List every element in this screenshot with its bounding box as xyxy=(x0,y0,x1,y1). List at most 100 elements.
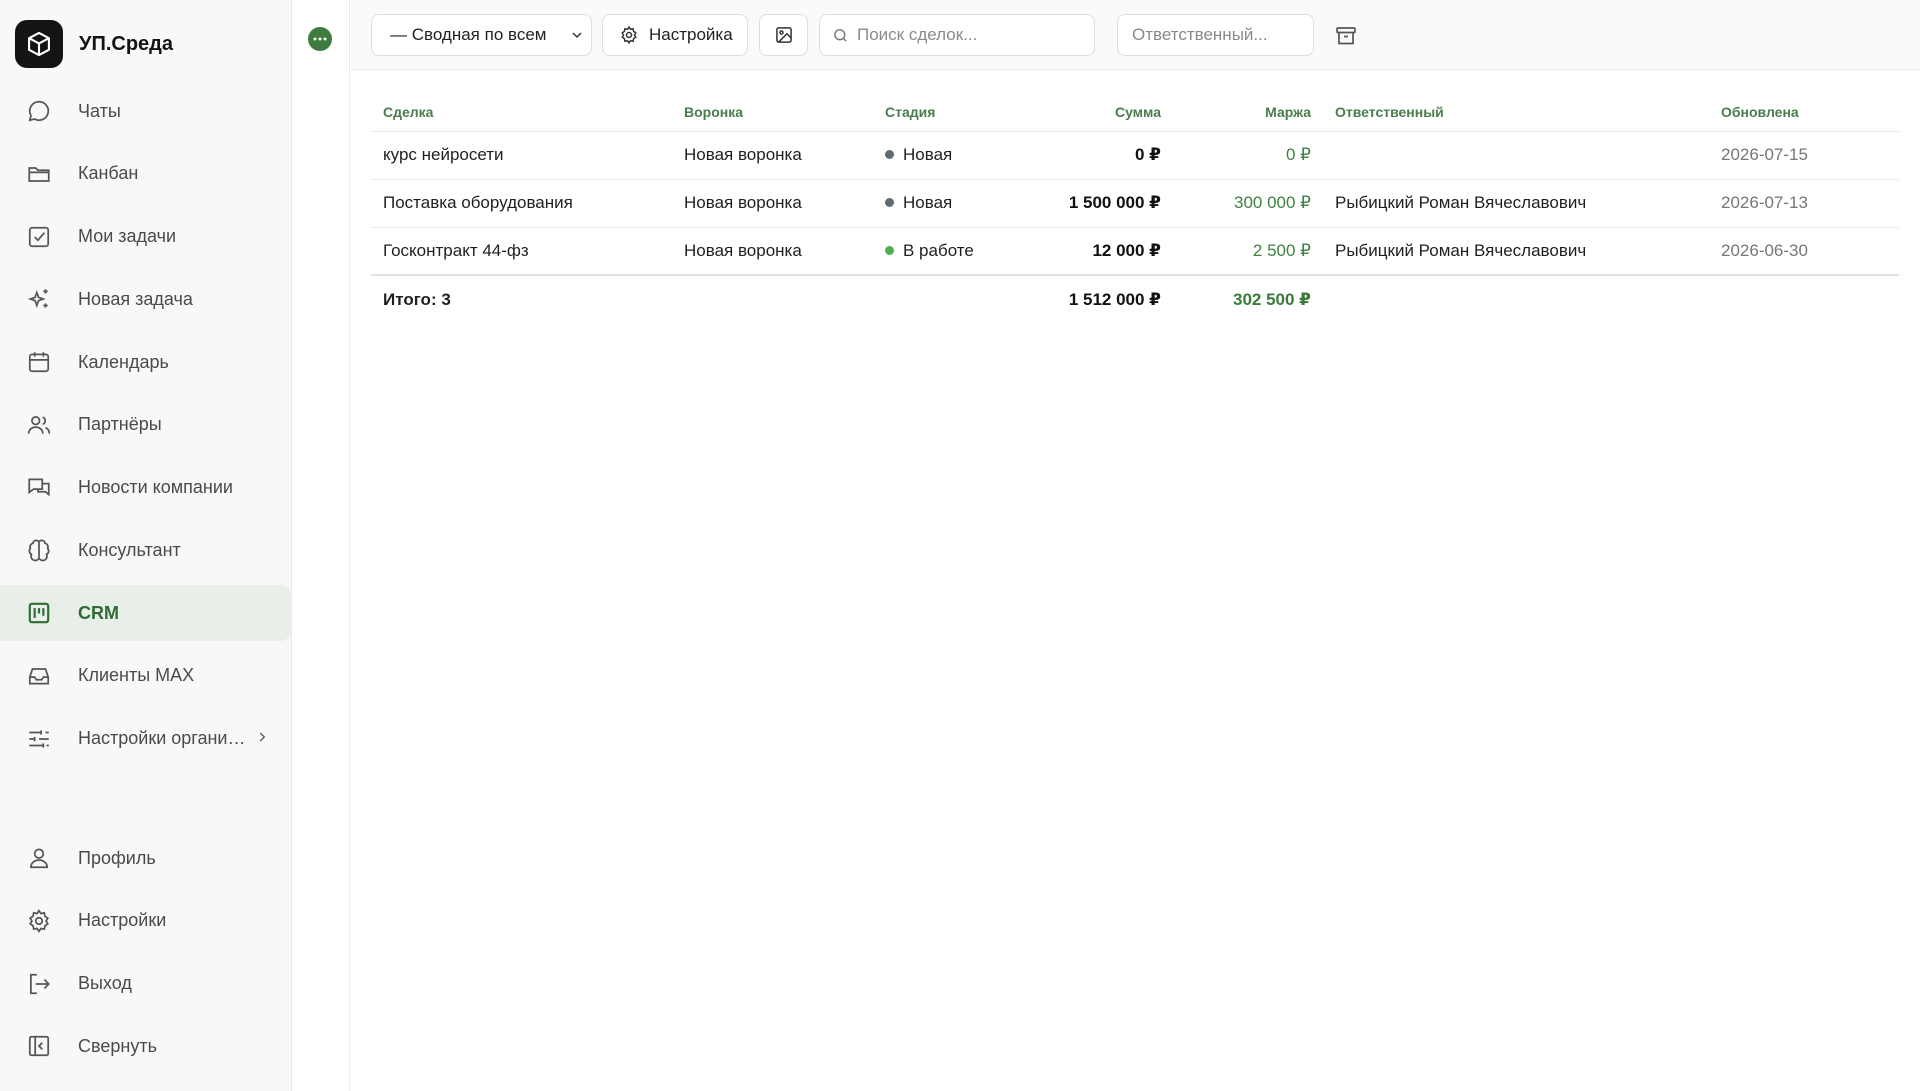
sidebar-item-calendar[interactable]: Календарь xyxy=(0,334,292,390)
sidebar-item-my-tasks[interactable]: Мои задачи xyxy=(0,209,292,265)
checkbox-icon xyxy=(25,223,53,251)
sidebar-item-profile[interactable]: Профиль xyxy=(0,830,292,886)
deal-stage: Новая xyxy=(873,179,1023,228)
sidebar-item-label: Партнёры xyxy=(78,414,162,435)
sidebar-item-new-task[interactable]: Новая задача xyxy=(0,271,292,327)
deal-sum: 1 500 000 ₽ xyxy=(1023,179,1173,228)
deal-margin: 0 ₽ xyxy=(1173,131,1323,180)
sidebar-item-company-news[interactable]: Новости компании xyxy=(0,460,292,516)
table-row[interactable]: курс нейросети Новая воронка Новая 0 ₽ 0… xyxy=(371,131,1899,180)
inbox-icon xyxy=(25,662,53,690)
sidebar-item-label: Новости компании xyxy=(78,477,233,497)
sidebar-bottom-nav: Профиль Настройки Выход Свернуть xyxy=(0,830,292,1081)
folder-icon xyxy=(25,160,53,188)
total-label: Итого: 3 xyxy=(371,274,672,323)
table-header-row: Сделка Воронка Стадия Сумма Маржа Ответс… xyxy=(371,94,1899,132)
sidebar-item-label: Новая задача xyxy=(78,288,193,309)
sidebar-item-label: Выход xyxy=(78,973,132,993)
sidebar-item-label: Клиенты MAX xyxy=(78,665,195,686)
owner-filter-input[interactable] xyxy=(1132,25,1353,45)
sidebar-item-label: Чаты xyxy=(78,100,121,121)
total-sum: 1 512 000 ₽ xyxy=(1023,274,1173,323)
deal-margin: 300 000 ₽ xyxy=(1173,179,1323,228)
sidebar-item-label: Свернуть xyxy=(78,1035,157,1056)
deals-table: Сделка Воронка Стадия Сумма Маржа Ответс… xyxy=(371,94,1899,323)
sidebar-item-label: Консультант xyxy=(78,539,181,560)
sidebar-item-kanban[interactable]: Канбан xyxy=(0,146,292,202)
toolbar: — Сводная по всем Настройка xyxy=(351,0,1920,70)
sidebar-item-org-settings[interactable]: Настройки органи… xyxy=(0,711,292,767)
search-input[interactable] xyxy=(857,25,1087,45)
sidebar-item-logout[interactable]: Выход xyxy=(0,956,292,1012)
deal-sum: 0 ₽ xyxy=(1023,131,1173,180)
sidebar-item-crm[interactable]: CRM xyxy=(0,585,292,641)
sidebar-item-label: CRM xyxy=(78,602,119,623)
archive-icon[interactable] xyxy=(1334,24,1358,48)
brain-icon xyxy=(25,536,53,564)
settings-button[interactable]: Настройка xyxy=(602,14,748,56)
sidebar-item-partners[interactable]: Партнёры xyxy=(0,397,292,453)
deal-funnel: Новая воронка xyxy=(672,179,873,228)
collapse-panel-icon xyxy=(25,1032,53,1060)
settings-button-label: Настройка xyxy=(649,25,733,44)
table-total-row: Итого: 3 1 512 000 ₽ 302 500 ₽ xyxy=(371,274,1899,323)
sliders-icon xyxy=(25,725,53,753)
column-header-funnel[interactable]: Воронка xyxy=(672,94,873,132)
deal-funnel: Новая воронка xyxy=(672,227,873,276)
table-row[interactable]: Поставка оборудования Новая воронка Нова… xyxy=(371,179,1899,228)
funnel-select[interactable]: — Сводная по всем xyxy=(371,14,592,56)
brand-name: УП.Среда xyxy=(79,32,173,55)
calendar-icon xyxy=(25,348,53,376)
deal-owner: Рыбицкий Роман Вячеславович xyxy=(1323,227,1709,276)
deal-owner: Рыбицкий Роман Вячеславович xyxy=(1323,179,1709,228)
cube-logo-icon xyxy=(15,20,63,68)
table-row[interactable]: Госконтракт 44-фз Новая воронка В работе… xyxy=(371,227,1899,276)
sidebar-item-label: Настройки органи… xyxy=(78,728,246,748)
deal-updated: 2026-07-13 xyxy=(1709,179,1899,228)
image-icon xyxy=(774,25,794,45)
owner-filter-box[interactable] xyxy=(1117,14,1353,56)
deal-name: Поставка оборудования xyxy=(371,179,672,228)
stage-label: Новая xyxy=(903,193,953,212)
sidebar-item-label: Календарь xyxy=(78,351,169,372)
crm-board-icon xyxy=(25,599,53,627)
deal-funnel: Новая воронка xyxy=(672,131,873,180)
sidebar-item-clients-max[interactable]: Клиенты MAX xyxy=(0,648,292,704)
chat-dots-icon[interactable] xyxy=(308,27,332,51)
sidebar-item-collapse[interactable]: Свернуть xyxy=(0,1018,292,1074)
stage-dot xyxy=(885,150,894,159)
deal-updated: 2026-07-15 xyxy=(1709,131,1899,180)
deal-stage: В работе xyxy=(873,227,1023,276)
sidebar-item-label: Настройки xyxy=(78,910,167,931)
deal-sum: 12 000 ₽ xyxy=(1023,227,1173,276)
sidebar-item-chats[interactable]: Чаты xyxy=(0,83,292,139)
column-header-margin[interactable]: Маржа xyxy=(1173,94,1323,132)
gear-icon xyxy=(619,25,639,45)
deal-updated: 2026-06-30 xyxy=(1709,227,1899,276)
stage-dot xyxy=(885,245,894,255)
chat-bubble-icon xyxy=(25,97,53,125)
messages-icon xyxy=(25,474,53,502)
stage-label: В работе xyxy=(903,240,974,260)
logout-icon xyxy=(25,970,53,998)
sidebar-item-label: Профиль xyxy=(78,847,156,868)
sidebar-item-label: Мои задачи xyxy=(78,226,177,246)
column-header-sum[interactable]: Сумма xyxy=(1023,94,1173,132)
chevron-right-icon xyxy=(255,728,269,749)
user-icon xyxy=(25,844,53,872)
sidebar-nav: Чаты Канбан Мои задачи Новая задача Кале… xyxy=(0,83,292,773)
stage-dot xyxy=(885,198,894,207)
column-header-stage[interactable]: Стадия xyxy=(873,94,1023,132)
column-header-updated[interactable]: Обновлена xyxy=(1709,94,1899,132)
sidebar-item-consultant[interactable]: Консультант xyxy=(0,522,292,578)
deal-name: курс нейросети xyxy=(371,131,672,180)
sidebar-item-label: Канбан xyxy=(78,163,139,184)
column-header-owner[interactable]: Ответственный xyxy=(1323,94,1709,132)
image-export-button[interactable] xyxy=(759,14,808,56)
deal-search-box[interactable] xyxy=(819,14,1095,56)
gear-icon xyxy=(25,907,53,935)
column-header-deal[interactable]: Сделка xyxy=(371,94,672,132)
crm-main: — Сводная по всем Настройка Поиск сделок… xyxy=(351,0,1920,1091)
sidebar-item-settings[interactable]: Настройки xyxy=(0,893,292,949)
brand[interactable]: УП.Среда xyxy=(15,20,173,68)
